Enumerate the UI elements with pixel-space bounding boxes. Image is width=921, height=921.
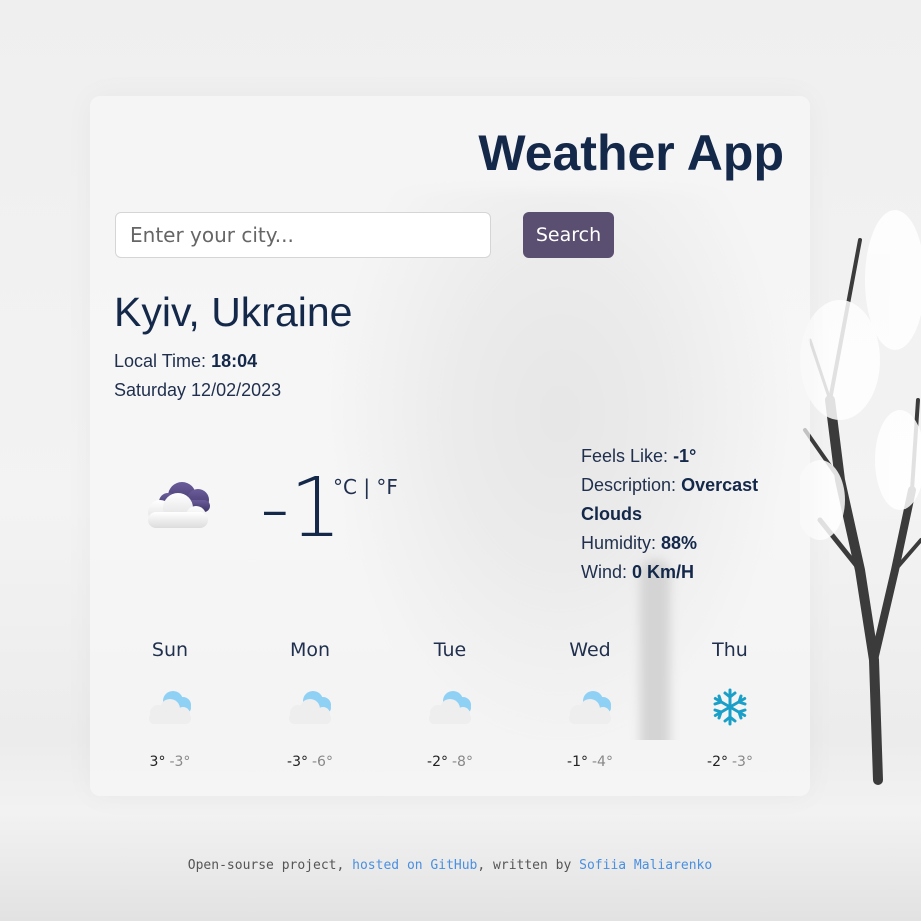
feels-like-row: Feels Like: -1° — [581, 442, 781, 471]
weather-details: Feels Like: -1° Description: Overcast Cl… — [581, 442, 781, 587]
forecast-day: Tue -2° -8° — [380, 636, 520, 770]
current-date: Saturday 12/02/2023 — [114, 380, 282, 400]
forecast-max: 3° — [149, 754, 166, 770]
forecast-min: -4° — [592, 754, 613, 770]
forecast: Sun 3° -3° Mon -3° -6° Tue -2° -8° Wed -… — [100, 636, 800, 776]
snowflake-icon — [713, 688, 747, 726]
city-name: Kyiv, Ukraine — [114, 289, 353, 335]
background-snowy-tree — [800, 210, 921, 785]
footer-middle: , written by — [477, 858, 580, 873]
cloud-icon — [289, 691, 331, 724]
description-label: Description: — [581, 475, 677, 495]
forecast-temps: 3° -3° — [100, 754, 240, 770]
forecast-temps: -1° -4° — [520, 754, 660, 770]
github-link[interactable]: hosted on GitHub — [352, 858, 477, 873]
forecast-min: -3° — [732, 754, 753, 770]
forecast-min: -3° — [169, 754, 191, 770]
humidity-label: Humidity: — [581, 533, 657, 553]
description-row: Description: Overcast Clouds — [581, 471, 781, 529]
forecast-day: Wed -1° -4° — [520, 636, 660, 770]
forecast-min: -6° — [312, 754, 333, 770]
forecast-day: Thu -2° -3° — [660, 636, 800, 770]
humidity-value: 88% — [661, 533, 698, 553]
fahrenheit-link[interactable]: °F — [376, 475, 398, 499]
author-link[interactable]: Sofiia Maliarenko — [579, 858, 712, 873]
forecast-max: -3° — [287, 754, 308, 770]
unit-toggle: °C | °F — [333, 475, 398, 499]
feels-like-value: -1° — [673, 446, 697, 466]
wind-label: Wind: — [581, 562, 628, 582]
cloud-icon — [429, 691, 471, 724]
forecast-max: -2° — [707, 754, 728, 770]
search-button[interactable]: Search — [523, 212, 614, 258]
forecast-max: -1° — [567, 754, 588, 770]
wind-row: Wind: 0 Km/H — [581, 558, 781, 587]
cloud-icon — [148, 482, 210, 528]
cloud-icon — [149, 691, 191, 724]
celsius-link[interactable]: °C — [333, 475, 357, 499]
forecast-temps: -2° -3° — [660, 754, 800, 770]
forecast-max: -2° — [427, 754, 448, 770]
footer: Open-sourse project, hosted on GitHub, w… — [0, 858, 900, 873]
city-search-input[interactable] — [115, 212, 491, 258]
forecast-day-name: Tue — [433, 639, 467, 661]
wind-value: 0 Km/H — [632, 562, 695, 582]
app-title: Weather App — [478, 125, 784, 181]
forecast-day-name: Mon — [289, 639, 331, 661]
local-time-label: Local Time: — [114, 351, 207, 371]
forecast-temps: -3° -6° — [240, 754, 380, 770]
forecast-day-name: Wed — [569, 639, 611, 661]
weather-card: Weather App Search Kyiv, Ukraine Local T… — [90, 96, 810, 796]
footer-prefix: Open-sourse project, — [187, 858, 353, 873]
unit-separator: | — [356, 475, 377, 499]
forecast-min: -8° — [452, 754, 473, 770]
forecast-day-name: Sun — [151, 639, 189, 661]
forecast-day: Sun 3° -3° — [100, 636, 240, 770]
local-time: Local Time: 18:04 — [114, 351, 257, 372]
forecast-temps: -2° -8° — [380, 754, 520, 770]
current-temperature: -1 — [260, 461, 342, 556]
local-time-value: 18:04 — [211, 351, 258, 371]
humidity-row: Humidity: 88% — [581, 529, 781, 558]
forecast-day: Mon -3° -6° — [240, 636, 380, 770]
feels-like-label: Feels Like: — [581, 446, 669, 466]
forecast-day-name: Thu — [712, 639, 748, 661]
cloud-icon — [569, 691, 611, 724]
